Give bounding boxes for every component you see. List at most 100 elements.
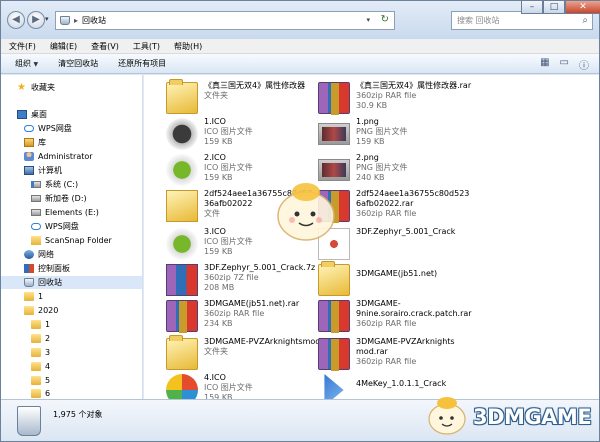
organize-button[interactable]: 组织 ▼ [15, 58, 38, 69]
sidebar-item-subfolder-3[interactable]: 3 [31, 346, 50, 359]
list-item[interactable]: 《真三国无双4》属性修改器 文件夹 [166, 79, 316, 117]
chevron-down-icon: ▼ [33, 61, 39, 68]
empty-recycle-bin-button[interactable]: 清空回收站 [58, 58, 98, 69]
view-controls: ▦ ▭ ⓘ [540, 57, 589, 72]
sidebar-item-label: 收藏夹 [31, 83, 55, 92]
sidebar-item-label: 1 [45, 320, 51, 329]
user-icon [24, 152, 34, 161]
list-item[interactable]: 2.ICO ICO 图片文件 159 KB [166, 151, 316, 189]
rar-archive-icon [318, 338, 350, 371]
file-type: ICO 图片文件 [204, 237, 253, 246]
rar-archive-icon [166, 300, 198, 333]
sidebar-item-label: 系统 (C:) [45, 180, 79, 189]
folder-icon [31, 348, 41, 357]
file-type: 文件 [204, 209, 220, 218]
sidebar-item-subfolder-4[interactable]: 4 [31, 360, 50, 373]
document-icon [318, 228, 350, 260]
list-item[interactable]: 2.png PNG 图片文件 240 KB [318, 151, 468, 189]
folder-icon [166, 79, 198, 114]
sidebar-item-control-panel[interactable]: 控制面板 [24, 262, 70, 275]
refresh-icon[interactable]: ↻ [381, 14, 389, 25]
sidebar-item-administrator[interactable]: Administrator [24, 150, 93, 163]
sidebar-item-label: 2020 [38, 306, 59, 315]
sidebar-item-library[interactable]: 库 [24, 136, 46, 149]
forward-icon[interactable]: ▶ [27, 11, 45, 29]
sidebar-item-subfolder-2[interactable]: 2 [31, 332, 50, 345]
sidebar-item-network[interactable]: 网络 [24, 248, 54, 261]
sidebar-item-wps-cloud[interactable]: WPS网盘 [24, 122, 72, 135]
back-icon[interactable]: ◀ [7, 11, 25, 29]
file-type: ICO 图片文件 [204, 383, 253, 392]
sidebar-item-folder-2020[interactable]: 2020 [24, 304, 58, 317]
sidebar-item-desktop[interactable]: 桌面 [17, 108, 47, 121]
sidebar-item-subfolder-1[interactable]: 1 [31, 318, 50, 331]
list-item[interactable]: 3DMGAME-9nine.sorairo.crack.patch.rar 36… [318, 297, 478, 335]
search-icon[interactable]: ⌕ [582, 12, 588, 29]
file-name: 3DMGAME(jb51.net) [356, 269, 438, 278]
file-name: 3DF.Zephyr_5.001_Crack.7z [204, 263, 316, 272]
change-view-icon[interactable]: ▦ [540, 57, 549, 72]
sidebar-item-drive-c[interactable]: 系统 (C:) [31, 178, 78, 191]
help-icon[interactable]: ⓘ [579, 57, 589, 72]
folder-icon [31, 389, 41, 398]
menu-view[interactable]: 查看(V) [91, 41, 119, 52]
status-bar: 1,975 个对象 [1, 399, 599, 441]
sidebar-item-subfolder-5[interactable]: 5 [31, 374, 50, 387]
menu-help[interactable]: 帮助(H) [174, 41, 202, 52]
computer-icon [24, 166, 34, 175]
file-size: 208 MB [204, 283, 235, 292]
list-item[interactable]: 2df524aee1a36755c80d5236afb02022 文件 [166, 187, 316, 225]
sidebar-item-folder-1[interactable]: 1 [24, 290, 43, 303]
folder-icon [318, 261, 350, 296]
list-item[interactable]: 3DMGAME-PVZArknightsmod 文件夹 [166, 335, 320, 373]
list-item[interactable]: 3.ICO ICO 图片文件 159 KB [166, 225, 316, 263]
file-type: ICO 图片文件 [204, 127, 253, 136]
minimize-icon[interactable]: – [521, 0, 543, 14]
sidebar-item-computer[interactable]: 计算机 [24, 164, 62, 177]
list-item[interactable]: 1.png PNG 图片文件 159 KB [318, 115, 468, 153]
address-bar[interactable]: ▸ 回收站 ▾ ↻ [55, 11, 395, 30]
png-image-icon [318, 159, 350, 181]
sidebar-item-drive-e[interactable]: Elements (E:) [31, 206, 99, 219]
sidebar-item-label: 2 [45, 334, 51, 343]
list-item[interactable]: 1.ICO ICO 图片文件 159 KB [166, 115, 316, 153]
folder-icon [31, 320, 41, 329]
file-type: PNG 图片文件 [356, 163, 408, 172]
list-item[interactable]: 2df524aee1a36755c80d5236afb02022.rar 360… [318, 187, 478, 225]
preview-pane-icon[interactable]: ▭ [560, 57, 569, 72]
file-size: 159 KB [356, 137, 385, 146]
list-item[interactable]: 3DMGAME(jb51.net).rar 360zip RAR file 23… [166, 297, 316, 335]
sidebar-item-recycle-bin[interactable]: 回收站 [1, 276, 142, 289]
sidebar-item-drive-d[interactable]: 新加卷 (D:) [31, 192, 87, 205]
restore-all-button[interactable]: 还原所有项目 [118, 58, 166, 69]
sidebar-item-label: Elements (E:) [45, 208, 99, 217]
menu-tools[interactable]: 工具(T) [133, 41, 160, 52]
sidebar-item-wps-cloud-2[interactable]: WPS网盘 [31, 220, 79, 233]
sidebar-item-favorites[interactable]: ★ 收藏夹 [17, 81, 55, 94]
file-name: 2.ICO [204, 153, 226, 162]
sidebar-item-label: 控制面板 [38, 264, 70, 273]
sidebar-item-scansnap[interactable]: ScanSnap Folder [31, 234, 112, 247]
breadcrumb-chevron-icon[interactable]: ▸ [74, 16, 78, 25]
maximize-icon[interactable]: □ [543, 0, 565, 14]
rar-archive-icon [318, 190, 350, 223]
list-item[interactable]: 3DF.Zephyr_5.001_Crack [318, 225, 468, 263]
list-item[interactable]: 3DMGAME(jb51.net) [318, 261, 468, 299]
list-item[interactable]: 3DF.Zephyr_5.001_Crack.7z 360zip 7Z file… [166, 261, 316, 299]
file-name: 3DMGAME-9nine.sorairo.crack.patch.rar [356, 299, 472, 318]
sidebar-item-label: 回收站 [38, 278, 62, 287]
menu-edit[interactable]: 编辑(E) [50, 41, 77, 52]
list-item[interactable]: 《真三国无双4》属性修改器.rar 360zip RAR file 30.9 K… [318, 79, 478, 117]
file-name: 3DMGAME-PVZArknightsmod [204, 337, 321, 346]
file-type: 文件夹 [204, 347, 228, 356]
recent-pages-dropdown-icon[interactable]: ▾ [45, 15, 49, 23]
sidebar-item-label: 1 [38, 292, 44, 301]
menu-file[interactable]: 文件(F) [9, 41, 36, 52]
close-icon[interactable]: ✕ [565, 0, 600, 14]
list-item[interactable]: 3DMGAME-PVZArknightsmod.rar 360zip RAR f… [318, 335, 478, 373]
file-name: 1.ICO [204, 117, 226, 126]
address-dropdown-icon[interactable]: ▾ [366, 16, 370, 24]
breadcrumb-recycle-bin[interactable]: 回收站 [82, 15, 106, 26]
sidebar-item-label: 3 [45, 348, 51, 357]
sidebar-item-label: 桌面 [31, 110, 47, 119]
